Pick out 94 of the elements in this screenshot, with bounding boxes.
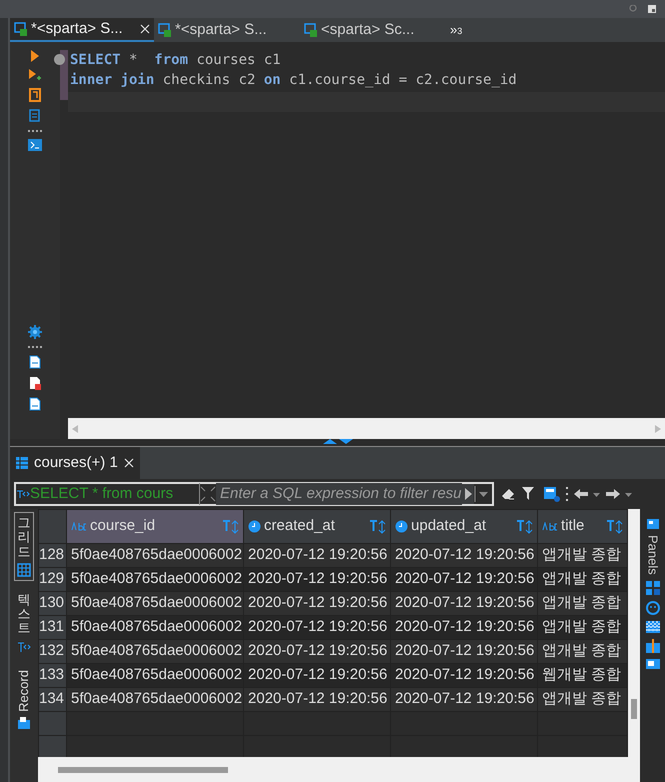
- document-icon[interactable]: [29, 109, 41, 123]
- tab-overflow[interactable]: »3: [450, 20, 462, 40]
- script-icon: [304, 23, 318, 37]
- grid-panel-icon[interactable]: [646, 580, 660, 595]
- table-cell: 5f0ae408765dae0006002: [66, 568, 244, 592]
- panels-icon[interactable]: [646, 519, 658, 529]
- forward-icon[interactable]: [606, 488, 632, 500]
- filter-field[interactable]: SELECT * from cours Enter a SQL expression to filter resu: [14, 482, 494, 506]
- grid-icon: [17, 562, 31, 577]
- table-cell: 2020-07-12 19:20:56: [390, 616, 538, 640]
- explain-icon[interactable]: [29, 88, 41, 102]
- export-file-icon[interactable]: [29, 355, 41, 369]
- filter-placeholder: Enter a SQL expression to filter resu: [216, 482, 462, 506]
- sort-filter-icon[interactable]: [517, 520, 534, 534]
- text-type-icon: [16, 489, 30, 499]
- table-cell: 2020-07-12 19:20:56: [390, 592, 538, 616]
- text-icon: [17, 640, 31, 654]
- table-cell: 5f0ae408765dae0006002: [66, 664, 244, 688]
- text-type-icon: [542, 522, 558, 531]
- clock-icon: [248, 520, 262, 533]
- code-line: SELECT* from courses c1: [70, 51, 281, 70]
- table-cell: 5f0ae408765dae0006002: [66, 616, 244, 640]
- table-cell: 5f0ae408765dae0006002: [66, 592, 244, 616]
- table-cell: 5f0ae408765dae0006002: [66, 688, 244, 712]
- run-icon[interactable]: [31, 50, 39, 62]
- row-number: 129: [38, 568, 67, 592]
- script-icon: [158, 23, 172, 37]
- scrollbar-thumb[interactable]: [631, 699, 637, 719]
- eraser-icon[interactable]: [500, 487, 516, 501]
- layout-icon[interactable]: [647, 4, 657, 14]
- panel-settings-icon[interactable]: [544, 486, 560, 502]
- table-cell: 2020-07-12 19:20:56: [244, 640, 391, 664]
- table-cell: 2020-07-12 19:20:56: [244, 688, 391, 712]
- smiley-icon[interactable]: [646, 600, 660, 615]
- view-tab[interactable]: 그리드: [14, 512, 34, 581]
- view-tab[interactable]: 텍스트: [14, 588, 34, 658]
- table-cell: 앱개발 종합: [538, 544, 628, 568]
- table-cell: 2020-07-12 19:20:56: [244, 616, 391, 640]
- sort-filter-icon[interactable]: [607, 520, 624, 534]
- row-number: 128: [38, 544, 67, 568]
- column-header[interactable]: created_at: [244, 510, 391, 544]
- record-icon: [17, 716, 31, 730]
- terminal-icon[interactable]: [28, 139, 42, 151]
- editor-tab[interactable]: <sparta> Sc...: [300, 18, 446, 42]
- sort-filter-icon[interactable]: [370, 520, 386, 534]
- table-cell: 2020-07-12 19:20:56: [390, 544, 538, 568]
- table-cell: 앱개발 종합: [538, 592, 628, 616]
- editor-tab[interactable]: *<sparta> S...: [154, 18, 300, 42]
- close-icon[interactable]: [124, 458, 134, 468]
- text-type-icon: [71, 522, 88, 531]
- table-cell: 2020-07-12 19:20:56: [244, 568, 391, 592]
- code-line: inner join checkins c2 on c1.course_id = c2.course_id: [70, 71, 517, 90]
- row-number: 133: [38, 664, 67, 688]
- clock-icon: [395, 520, 408, 533]
- filter-query: SELECT * from cours: [30, 482, 200, 506]
- apply-icon[interactable]: [462, 484, 474, 504]
- expand-icon[interactable]: [200, 486, 216, 502]
- script-icon: [14, 22, 28, 36]
- table-cell: 앱개발 종합: [538, 688, 628, 712]
- column-header[interactable]: course_id: [66, 510, 244, 544]
- back-icon[interactable]: [574, 488, 600, 500]
- table-cell: 5f0ae408765dae0006002: [66, 640, 244, 664]
- table-cell: 5f0ae408765dae0006002: [66, 544, 244, 568]
- table-cell: 2020-07-12 19:20:56: [390, 688, 538, 712]
- table-cell: 2020-07-12 19:20:56: [390, 568, 538, 592]
- table-cell: 2020-07-12 19:20:56: [244, 592, 391, 616]
- table-cell: 앱개발 종합: [538, 616, 628, 640]
- table-cell: 2020-07-12 19:20:56: [244, 664, 391, 688]
- table-cell: 2020-07-12 19:20:56: [390, 664, 538, 688]
- column-header[interactable]: updated_at: [390, 510, 538, 544]
- change-marker: [60, 50, 68, 100]
- file-icon[interactable]: [29, 397, 41, 411]
- editor-tab[interactable]: *<sparta> S...: [10, 18, 154, 42]
- view-tab[interactable]: Record: [11, 666, 37, 734]
- table-cell: 2020-07-12 19:20:56: [390, 640, 538, 664]
- gear-icon[interactable]: [28, 325, 42, 339]
- file-error-icon[interactable]: [29, 376, 41, 390]
- table-cell: 앱개발 종합: [538, 640, 628, 664]
- chart-icon[interactable]: [646, 638, 660, 653]
- table-cell: 앱개발 종합: [538, 568, 628, 592]
- run-script-icon[interactable]: [29, 69, 41, 81]
- results-tab[interactable]: courses(+) 1: [10, 447, 140, 479]
- row-number: 130: [38, 592, 67, 616]
- table-cell: 웹개발 종합: [538, 664, 628, 688]
- checker-icon[interactable]: [646, 620, 660, 633]
- table-icon: [16, 457, 28, 469]
- row-number: 134: [38, 688, 67, 712]
- column-header[interactable]: title: [538, 510, 628, 544]
- table-cell: 2020-07-12 19:20:56: [244, 544, 391, 568]
- scrollbar-thumb[interactable]: [58, 766, 228, 772]
- close-icon[interactable]: [140, 24, 150, 34]
- row-number: 132: [38, 640, 67, 664]
- row-number: 131: [38, 616, 67, 640]
- panels-tab[interactable]: Panels: [642, 535, 662, 575]
